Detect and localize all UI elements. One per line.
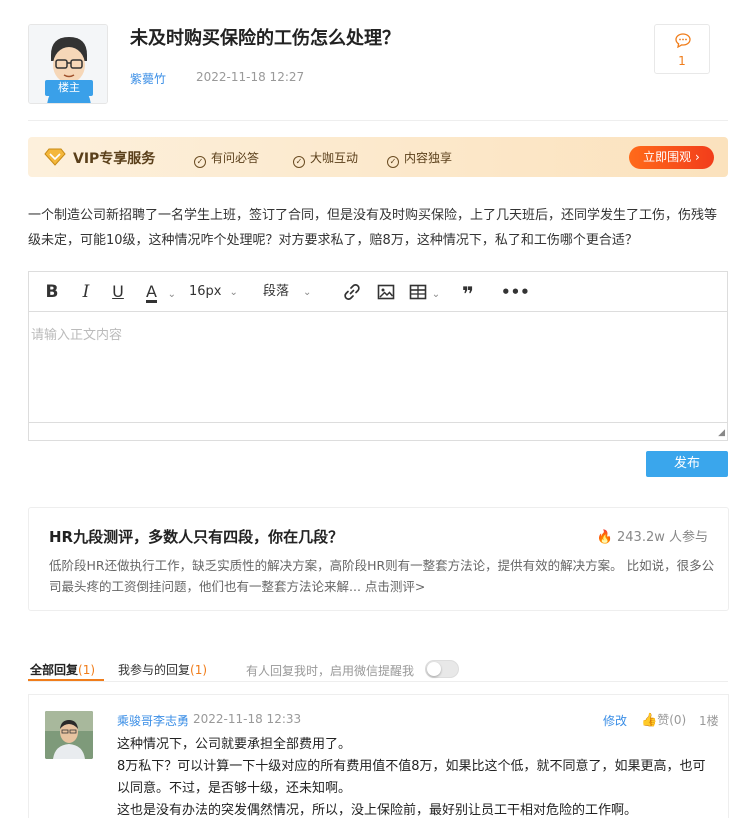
editor-statusbar: ◢ xyxy=(29,422,727,440)
vip-feature: ✓ 大咖互动 xyxy=(293,149,358,168)
comment-bubble-icon xyxy=(675,33,691,48)
reply-editor: B I U A ⌄ 16px ⌄ 段落 ⌄ ⌄ ❞ ••• 请输入正文内容 ◢ xyxy=(28,271,728,441)
fire-icon: 🔥 xyxy=(596,530,613,545)
table-icon xyxy=(409,284,427,300)
reply-paragraph: 这种情况下，公司就要承担全部费用了。 xyxy=(117,737,352,752)
post-body: 一个制造公司新招聘了一名学生上班，签订了合同，但是没有及时购买保险，上了几天班后… xyxy=(28,208,718,248)
underline-icon[interactable]: U xyxy=(107,281,129,303)
comment-count-button[interactable]: 1 xyxy=(654,24,710,74)
reply-paragraph: 8万私下？可以计算一下十级对应的所有费用值不值8万，如果比这个低，就不同意了，如… xyxy=(117,759,706,796)
divider xyxy=(28,120,728,121)
vip-feature: ✓ 有问必答 xyxy=(194,149,259,168)
bold-icon[interactable]: B xyxy=(41,281,63,303)
font-size-select[interactable]: 16px ⌄ xyxy=(189,281,245,303)
check-circle-icon: ✓ xyxy=(194,156,206,168)
vip-banner: VIP专享服务 ✓ 有问必答 ✓ 大咖互动 ✓ 内容独享 立即围观 › xyxy=(28,137,728,177)
editor-toolbar: B I U A ⌄ 16px ⌄ 段落 ⌄ ⌄ ❞ ••• xyxy=(29,272,727,312)
quote-icon[interactable]: ❞ xyxy=(457,281,479,306)
user-photo-icon xyxy=(45,711,93,759)
promo-card[interactable]: HR九段测评，多数人只有四段，你在几段？ 🔥 243.2w 人参与 低阶段HR还… xyxy=(28,507,729,611)
editor-input[interactable]: 请输入正文内容 xyxy=(31,324,122,343)
thumbs-up-icon: 👍 xyxy=(641,713,658,728)
owner-avatar[interactable]: 楼主 xyxy=(28,24,108,104)
chevron-down-icon: ⌄ xyxy=(431,289,441,300)
promo-description[interactable]: 低阶段HR还做执行工作，缺乏实质性的解决方案，高阶段HR则有一整套方法论，提供有… xyxy=(49,555,724,597)
paragraph-select[interactable]: 段落 ⌄ xyxy=(263,281,325,303)
resize-handle-icon[interactable]: ◢ xyxy=(718,428,725,438)
chevron-down-icon: ⌄ xyxy=(229,287,238,298)
reply-author[interactable]: 乘骏哥李志勇 xyxy=(117,712,189,729)
reply-edit-link[interactable]: 修改 xyxy=(603,712,627,729)
comment-count: 1 xyxy=(678,54,686,68)
italic-icon[interactable]: I xyxy=(75,281,97,303)
chevron-down-icon: ⌄ xyxy=(167,289,177,300)
reply-floor: 1楼 xyxy=(699,714,719,728)
reply-date: 2022-11-18 12:33 xyxy=(193,712,302,726)
check-circle-icon: ✓ xyxy=(387,156,399,168)
reply-paragraph: 这也是没有办法的突发偶然情况，所以，没上保险前，最好别让员工干相对危险的工作啊。 xyxy=(117,803,638,818)
wechat-notify-toggle[interactable] xyxy=(425,660,459,678)
vip-feature: ✓ 内容独享 xyxy=(387,149,452,168)
promo-participants: 🔥 243.2w 人参与 xyxy=(596,530,708,545)
tab-all-replies[interactable]: 全部回复(1) xyxy=(30,661,95,678)
promo-title: HR九段测评，多数人只有四段，你在几段？ xyxy=(49,528,344,546)
post-author[interactable]: 紫薨竹 xyxy=(130,70,166,87)
font-color-button[interactable]: A ⌄ xyxy=(141,281,181,303)
vip-diamond-icon xyxy=(44,148,66,166)
post-date: 2022-11-18 12:27 xyxy=(196,70,305,84)
image-icon[interactable] xyxy=(375,281,397,303)
chevron-right-icon: › xyxy=(695,150,700,164)
divider xyxy=(28,681,728,682)
reply-like-button[interactable]: 👍赞(0) xyxy=(641,711,686,728)
more-icon[interactable]: ••• xyxy=(501,281,530,303)
check-circle-icon: ✓ xyxy=(293,156,305,168)
chevron-down-icon: ⌄ xyxy=(303,287,312,298)
link-icon[interactable] xyxy=(341,281,363,303)
tab-my-replies[interactable]: 我参与的回复(1) xyxy=(118,661,207,678)
reply-content: 这种情况下，公司就要承担全部费用了。 8万私下？可以计算一下十级对应的所有费用值… xyxy=(117,734,707,818)
wechat-notify-label: 有人回复我时，启用微信提醒我 xyxy=(246,664,415,678)
reply-avatar[interactable] xyxy=(45,711,93,759)
font-color-icon: A xyxy=(145,282,157,303)
owner-badge: 楼主 xyxy=(45,80,93,96)
publish-button[interactable]: 发布 xyxy=(646,451,728,477)
post-title: 未及时购买保险的工伤怎么处理？ xyxy=(130,28,400,49)
vip-title: VIP专享服务 xyxy=(73,151,156,167)
vip-join-button[interactable]: 立即围观 › xyxy=(629,146,714,169)
table-button[interactable]: ⌄ xyxy=(409,281,449,303)
